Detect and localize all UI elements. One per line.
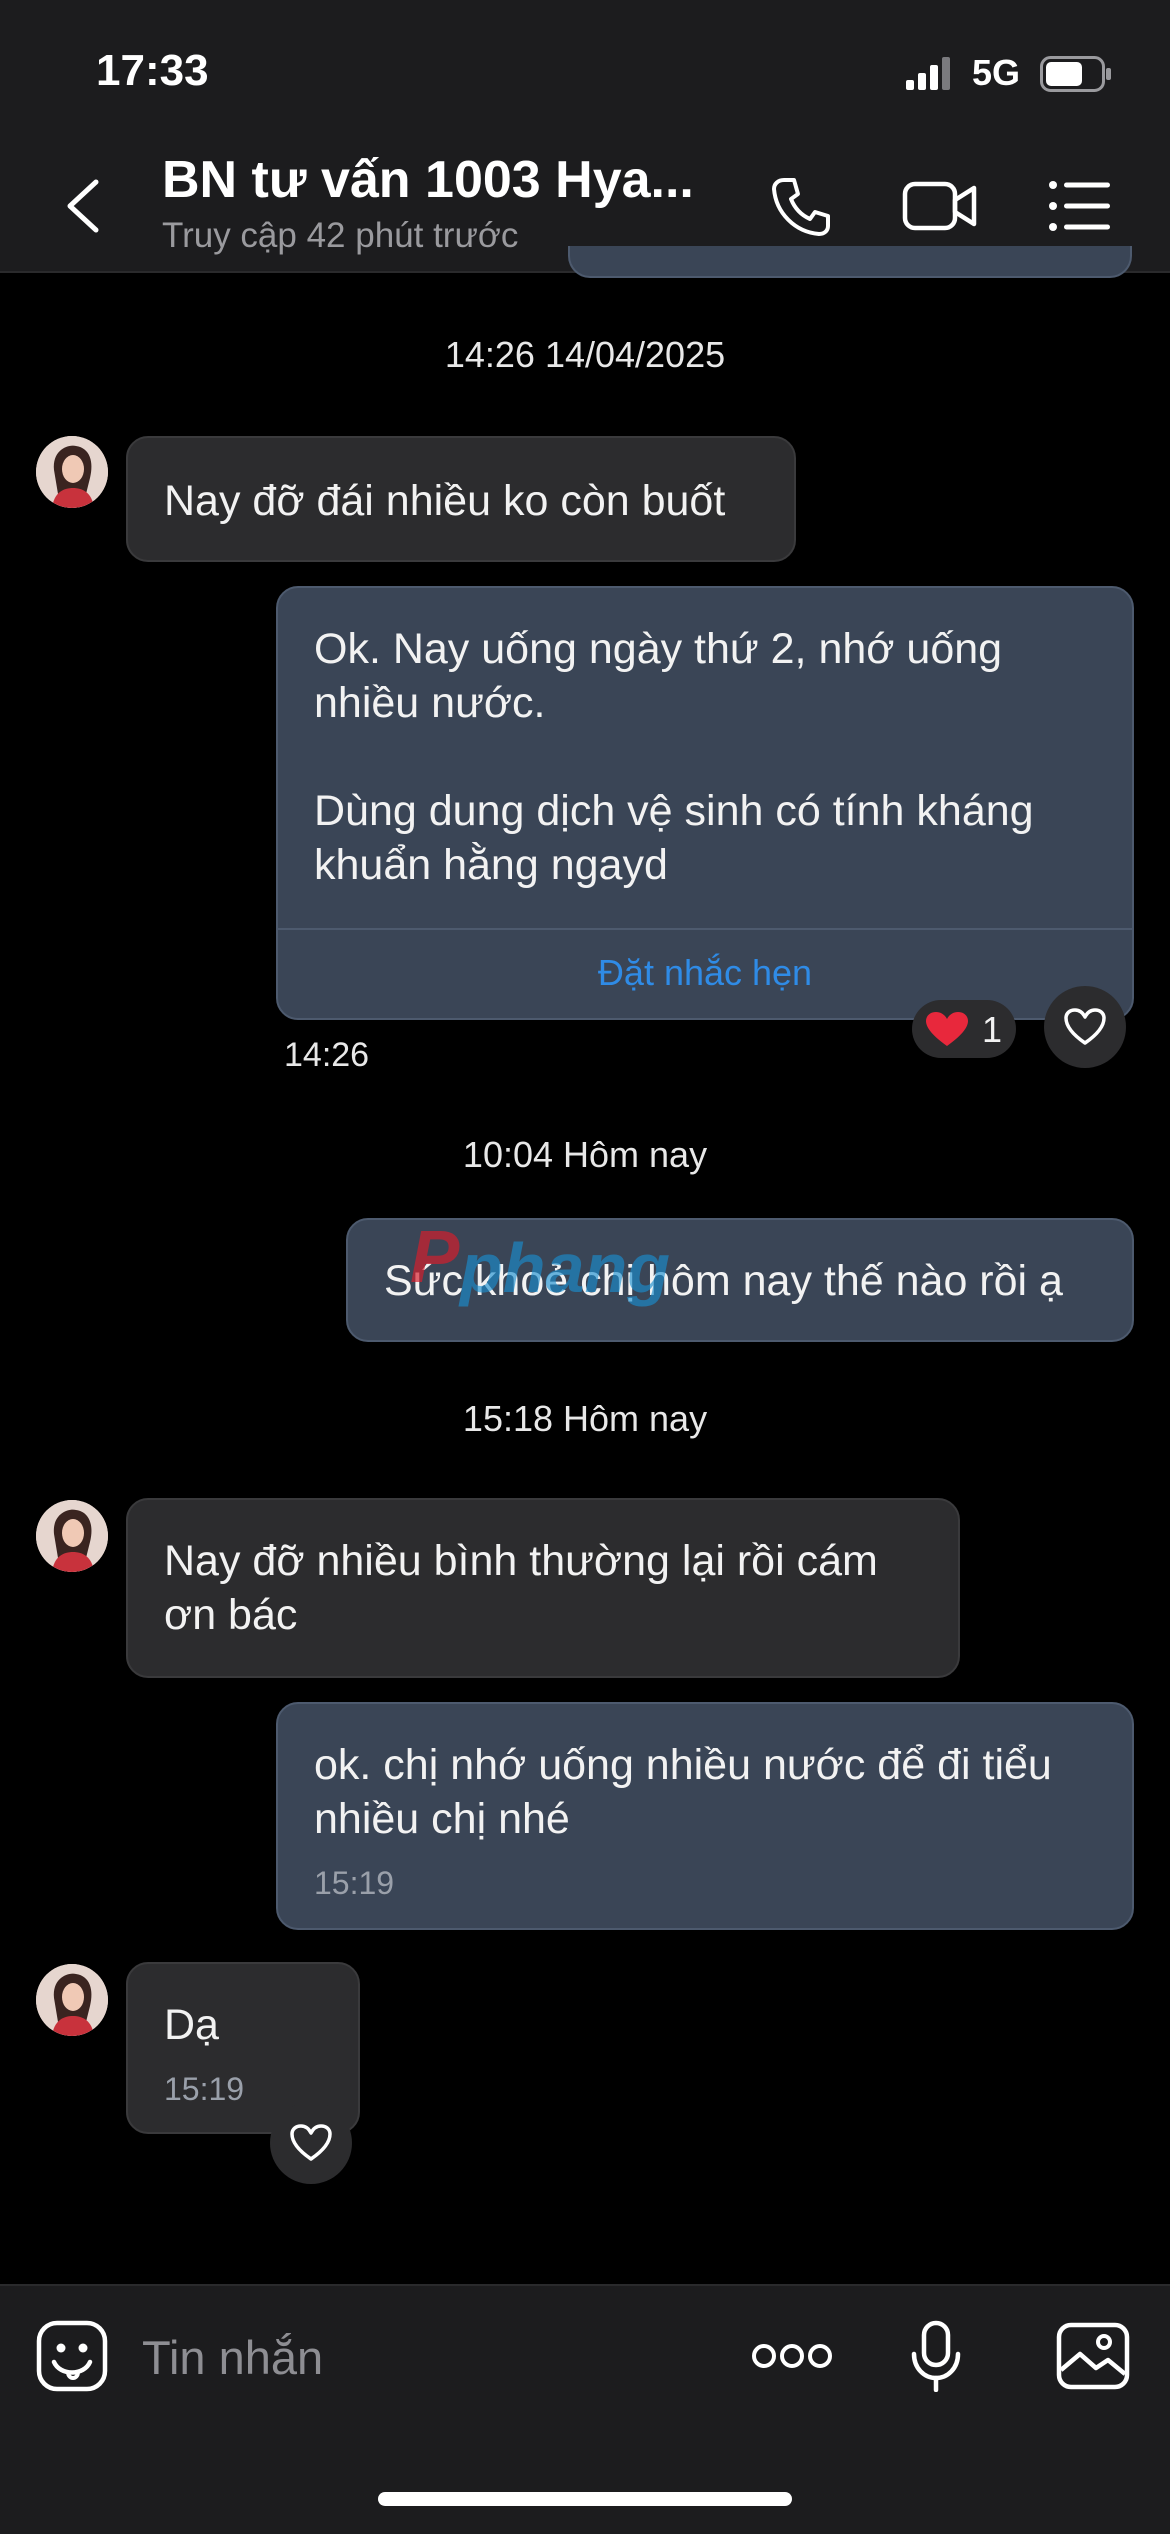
cellular-signal-icon <box>906 57 950 90</box>
emoji-icon[interactable] <box>36 2320 108 2392</box>
timestamp-divider: 14:26 14/04/2025 <box>444 334 726 375</box>
message-line: Nay đỡ nhiều bình thường lại rồi cám <box>164 1537 878 1585</box>
more-dots-icon[interactable] <box>750 2340 834 2372</box>
outgoing-message-bubble[interactable]: ok. chị nhớ uống nhiều nước để đi tiểu n… <box>276 1702 1134 1930</box>
avatar-photo-icon <box>36 436 108 508</box>
incoming-message-bubble[interactable]: Nay đỡ nhiều bình thường lại rồi cám ơn … <box>126 1498 960 1678</box>
message-line: ơn bác <box>164 1591 298 1639</box>
message-time: 14:26 <box>284 1036 370 1074</box>
timestamp-divider: 15:18 Hôm nay <box>462 1398 708 1439</box>
phone-icon[interactable] <box>770 176 832 238</box>
message-line: nhiều chị nhé <box>314 1795 570 1843</box>
set-reminder-link[interactable]: Đặt nhắc hẹn <box>278 946 1132 1000</box>
timestamp-divider: 10:04 Hôm nay <box>462 1134 708 1175</box>
svg-text:P: P <box>410 1216 460 1298</box>
status-time: 17:33 <box>96 46 209 95</box>
outgoing-message-bubble[interactable]: Ok. Nay uống ngày thứ 2, nhớ uống nhiều … <box>276 586 1134 1020</box>
avatar[interactable] <box>36 1500 108 1572</box>
watermark-logo: P phang <box>410 1216 670 1307</box>
network-label: 5G <box>972 52 1021 93</box>
message-line: Ok. Nay uống ngày thứ 2, nhớ uống <box>314 625 1003 673</box>
message-line: Dùng dung dịch vệ sinh có tính kháng <box>314 787 1034 835</box>
avatar[interactable] <box>36 1964 108 2036</box>
heart-outline-icon <box>1064 1008 1106 1045</box>
message-line: nhiều nước. <box>314 679 546 727</box>
avatar[interactable] <box>36 436 108 508</box>
react-button[interactable] <box>270 2102 352 2184</box>
react-button[interactable] <box>1044 986 1126 1068</box>
bubble-divider <box>278 928 1132 930</box>
message-text: Dạ <box>164 2001 219 2049</box>
previous-bubble-edge <box>568 246 1132 278</box>
avatar-photo-icon <box>36 1964 108 2036</box>
heart-icon <box>926 1012 968 1046</box>
back-chevron-icon[interactable] <box>60 176 106 236</box>
video-call-icon[interactable] <box>902 178 978 234</box>
heart-outline-icon <box>290 2124 332 2161</box>
message-line: khuẩn hằng ngayd <box>314 841 668 889</box>
last-seen-status: Truy cập 42 phút trước <box>162 216 519 255</box>
message-text: Nay đỡ đái nhiều ko còn buốt <box>164 477 726 525</box>
avatar-photo-icon <box>36 1500 108 1572</box>
message-input[interactable]: Tin nhắn <box>142 2330 323 2385</box>
microphone-icon[interactable] <box>910 2320 962 2392</box>
battery-icon <box>1040 56 1111 92</box>
image-icon[interactable] <box>1056 2322 1130 2390</box>
menu-list-icon[interactable] <box>1048 180 1112 232</box>
incoming-message-bubble[interactable]: Nay đỡ đái nhiều ko còn buốt <box>126 436 796 562</box>
reaction-count: 1 <box>982 1009 1003 1050</box>
conversation-title[interactable]: BN tư vấn 1003 Hya... <box>162 150 694 210</box>
reaction-badge[interactable]: 1 <box>912 1000 1016 1058</box>
svg-text:phang: phang <box>458 1229 670 1307</box>
message-line: ok. chị nhớ uống nhiều nước để đi tiểu <box>314 1741 1052 1789</box>
home-indicator[interactable] <box>378 2492 792 2506</box>
message-time: 15:19 <box>314 1865 395 1901</box>
